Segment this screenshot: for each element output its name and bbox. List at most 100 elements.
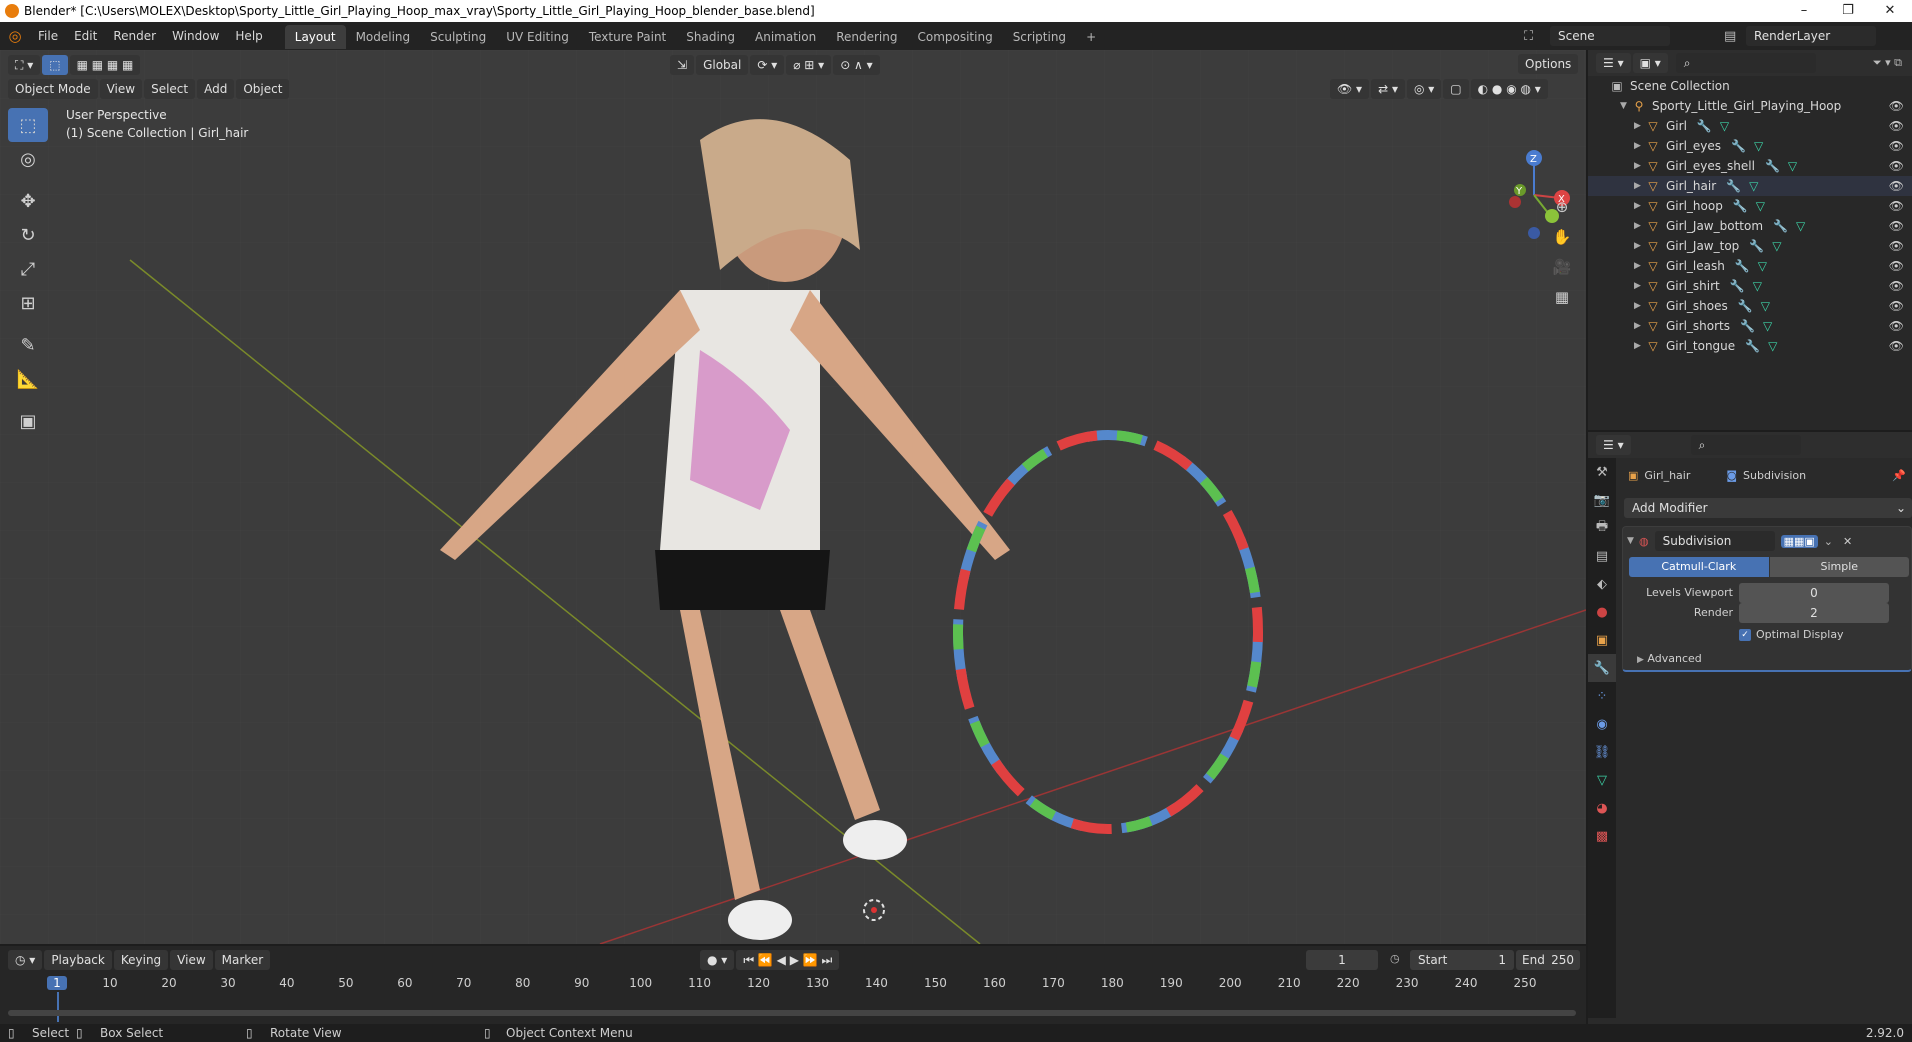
playback-menu[interactable]: Playback — [44, 950, 112, 970]
render-layer-selector[interactable]: RenderLayer — [1746, 26, 1876, 46]
tab-shading[interactable]: Shading — [676, 25, 745, 49]
outliner-item[interactable]: ▶ ▽ Girl_hoop 🔧 ▽ 👁 — [1588, 196, 1912, 216]
material-tab-icon[interactable]: ◕ — [1588, 794, 1616, 822]
tab-layout[interactable]: Layout — [284, 25, 346, 49]
marker-menu[interactable]: Marker — [214, 950, 271, 970]
remove-modifier-icon[interactable]: ✕ — [1843, 535, 1852, 548]
menu-render[interactable]: Render — [105, 22, 164, 50]
editor-type-button[interactable]: ⛶ ▾ — [8, 55, 41, 75]
modifier-icon[interactable]: 🔧 — [1740, 319, 1755, 333]
levels-viewport-field[interactable]: 0 — [1739, 583, 1889, 603]
mesh-data-icon[interactable]: ▽ — [1756, 199, 1765, 213]
expand-icon[interactable]: ▶ — [1634, 181, 1646, 191]
simple-button[interactable]: Simple — [1769, 557, 1909, 577]
outliner-item[interactable]: ▶ ▽ Girl_Jaw_top 🔧 ▽ 👁 — [1588, 236, 1912, 256]
menu-select[interactable]: Select — [144, 79, 196, 99]
expand-icon[interactable]: ▼ — [1620, 101, 1632, 111]
tab-compositing[interactable]: Compositing — [907, 25, 1002, 49]
expand-icon[interactable]: ▶ — [1634, 341, 1646, 351]
camera-icon[interactable]: 🎥 — [1547, 252, 1577, 282]
options-dropdown[interactable]: Options — [1518, 54, 1579, 74]
mesh-data-icon[interactable]: ▽ — [1720, 119, 1729, 133]
timeline-scrollbar[interactable] — [8, 1010, 1576, 1016]
mesh-data-icon[interactable]: ▽ — [1761, 299, 1770, 313]
3d-viewport[interactable]: Z X Y ⛶ ▾ ⬚ ▦ ▦ ▦ ▦ ⇲ Global ⟳ ▾ ⌀ ⊞ ▾ ⊙… — [0, 50, 1586, 944]
visibility-eye-icon[interactable]: 👁 — [1889, 179, 1904, 193]
render-layer-icon[interactable]: ▤ — [1724, 29, 1746, 44]
gizmo-toggle-icon[interactable]: ⇄ ▾ — [1371, 79, 1405, 99]
advanced-subpanel[interactable]: ▶ Advanced — [1637, 649, 1702, 670]
selection-modes[interactable]: ▦ ▦ ▦ ▦ — [69, 55, 141, 75]
visibility-eye-icon[interactable]: 👁 — [1889, 159, 1904, 173]
visibility-eye-icon[interactable]: 👁 — [1889, 259, 1904, 273]
outliner-item[interactable]: ▶ ▽ Girl_leash 🔧 ▽ 👁 — [1588, 256, 1912, 276]
mesh-data-icon[interactable]: ▽ — [1772, 239, 1781, 253]
visibility-eye-icon[interactable]: 👁 — [1889, 319, 1904, 333]
blender-menu-icon[interactable]: ◎ — [0, 27, 30, 45]
timeline-editor-icon[interactable]: ◷ ▾ — [8, 950, 43, 970]
xray-toggle-icon[interactable]: ▢ — [1443, 79, 1469, 99]
tab-uv-editing[interactable]: UV Editing — [496, 25, 579, 49]
checkbox-icon[interactable]: ✓ — [1739, 629, 1751, 641]
view-layer-tab-icon[interactable]: ▤ — [1588, 542, 1616, 570]
scene-icon[interactable]: ⛶ — [1524, 29, 1550, 44]
add-workspace-button[interactable]: + — [1076, 25, 1106, 49]
menu-object[interactable]: Object — [236, 79, 290, 99]
visibility-eye-icon[interactable]: 👁 — [1889, 239, 1904, 253]
outliner-search-input[interactable]: ⌕ — [1675, 53, 1816, 73]
modifier-icon[interactable]: 🔧 — [1735, 259, 1750, 273]
modifier-icon[interactable]: 🔧 — [1697, 119, 1712, 133]
record-button-icon[interactable]: ● ▾ — [700, 950, 735, 970]
tool-tab-icon[interactable]: ⚒ — [1588, 458, 1616, 486]
start-frame-field[interactable]: Start 1 — [1410, 950, 1514, 970]
transform-orientation-dropdown[interactable]: Global — [696, 55, 749, 75]
menu-help[interactable]: Help — [227, 22, 270, 50]
outliner-item[interactable]: ▶ ▽ Girl_eyes 🔧 ▽ 👁 — [1588, 136, 1912, 156]
timeline-view-menu[interactable]: View — [170, 950, 213, 970]
data-tab-icon[interactable]: ▽ — [1588, 766, 1616, 794]
expand-icon[interactable]: ▶ — [1634, 241, 1646, 251]
visibility-eye-icon[interactable]: 👁 — [1889, 199, 1904, 213]
particles-tab-icon[interactable]: ⁘ — [1588, 682, 1616, 710]
pin-icon[interactable]: 📌 — [1892, 469, 1906, 482]
render-tab-icon[interactable]: 📷 — [1588, 486, 1616, 514]
mesh-data-icon[interactable]: ▽ — [1758, 259, 1767, 273]
menu-edit[interactable]: Edit — [66, 22, 105, 50]
zoom-icon[interactable]: ⊕ — [1547, 192, 1577, 222]
ortho-grid-icon[interactable]: ▦ — [1547, 282, 1577, 312]
modifier-menu-icon[interactable]: ⌄ — [1824, 535, 1833, 548]
modifier-icon[interactable]: 🔧 — [1726, 179, 1741, 193]
modifier-icon[interactable]: 🔧 — [1730, 279, 1745, 293]
shading-modes[interactable]: ◐ ● ◉ ◍ ▾ — [1470, 79, 1548, 99]
modifier-icon[interactable]: 🔧 — [1733, 199, 1748, 213]
tab-scripting[interactable]: Scripting — [1003, 25, 1076, 49]
menu-window[interactable]: Window — [164, 22, 227, 50]
outliner-item[interactable]: ▶ ▽ Girl_shirt 🔧 ▽ 👁 — [1588, 276, 1912, 296]
outliner-item[interactable]: ▶ ▽ Girl_shorts 🔧 ▽ 👁 — [1588, 316, 1912, 336]
modifier-name-field[interactable]: Subdivision — [1654, 531, 1775, 551]
outliner-item[interactable]: ▶ ▽ Girl_shoes 🔧 ▽ 👁 — [1588, 296, 1912, 316]
expand-icon[interactable]: ▶ — [1634, 141, 1646, 151]
move-tool-icon[interactable]: ✥ — [8, 184, 48, 218]
object-tab-icon[interactable]: ▣ — [1588, 626, 1616, 654]
visibility-eye-icon[interactable]: 👁 — [1889, 139, 1904, 153]
mesh-data-icon[interactable]: ▽ — [1768, 339, 1777, 353]
keying-menu[interactable]: Keying — [113, 950, 169, 970]
tab-animation[interactable]: Animation — [745, 25, 826, 49]
visibility-eye-icon[interactable]: 👁 — [1889, 99, 1904, 113]
frame-ruler[interactable]: 1 10 20 30 40 50 60 70 80 90 100 110 120 130 140 150 160… — [0, 974, 1586, 1022]
modifier-icon[interactable]: 🔧 — [1745, 339, 1760, 353]
scene-selector[interactable]: Scene — [1550, 26, 1670, 46]
modifier-icon[interactable]: 🔧 — [1731, 139, 1746, 153]
outliner-item[interactable]: ▶ ▽ Girl 🔧 ▽ 👁 — [1588, 116, 1912, 136]
menu-add[interactable]: Add — [197, 79, 235, 99]
close-button[interactable]: ✕ — [1868, 0, 1912, 22]
physics-tab-icon[interactable]: ◉ — [1588, 710, 1616, 738]
expand-icon[interactable]: ▶ — [1634, 201, 1646, 211]
outliner-item[interactable]: ▶ ▽ Girl_tongue 🔧 ▽ 👁 — [1588, 336, 1912, 356]
expand-icon[interactable]: ▶ — [1634, 161, 1646, 171]
output-tab-icon[interactable]: 🖶 — [1588, 514, 1616, 542]
expand-icon[interactable]: ▶ — [1634, 121, 1646, 131]
minimize-button[interactable]: – — [1782, 0, 1826, 22]
scene-tab-icon[interactable]: ⬖ — [1588, 570, 1616, 598]
